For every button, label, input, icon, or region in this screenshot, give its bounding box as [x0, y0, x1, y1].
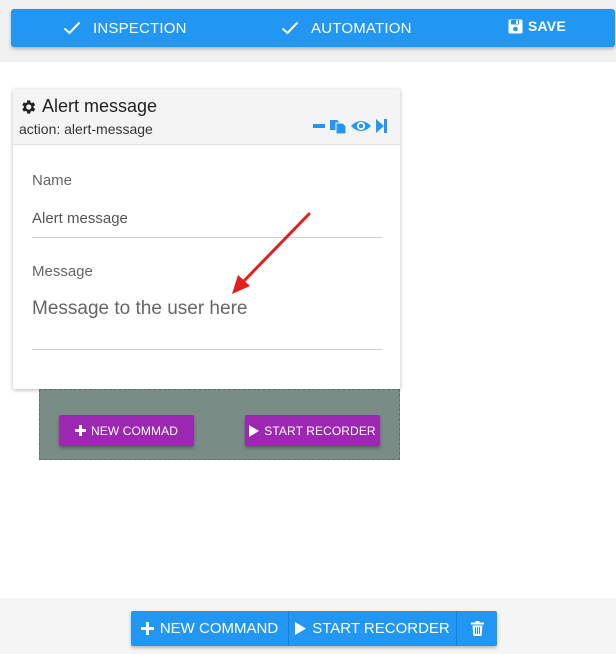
command-card-title-text: Alert message	[42, 96, 158, 116]
command-card-tools	[309, 117, 388, 135]
name-field-label: Name	[32, 172, 73, 189]
save-label: SAVE	[528, 18, 566, 34]
bottom-start-recorder-label: START RECORDER	[312, 620, 450, 637]
new-command-label: NEW COMMAND	[159, 620, 279, 637]
message-field-underline	[32, 349, 382, 350]
save-button[interactable]: SAVE	[508, 7, 566, 45]
message-field-label: Message	[32, 263, 93, 280]
inspection-label: INSPECTION	[93, 19, 187, 37]
plus-icon	[75, 425, 86, 436]
name-field-underline	[32, 237, 382, 238]
step-forward-icon[interactable]	[375, 118, 388, 134]
automation-label: AUTOMATION	[311, 19, 412, 37]
eye-icon[interactable]	[350, 118, 372, 134]
gear-icon[interactable]	[19, 98, 37, 116]
minus-icon[interactable]	[312, 119, 326, 133]
new-command-button[interactable]: NEW COMMAND	[131, 611, 289, 646]
floppy-disk-icon	[508, 19, 523, 34]
copy-icon[interactable]	[329, 117, 347, 135]
inspection-button[interactable]: INSPECTION	[63, 9, 187, 47]
bottom-start-recorder-button[interactable]: START RECORDER	[289, 611, 457, 646]
name-field[interactable]: Alert message	[32, 210, 382, 227]
plus-icon	[140, 622, 154, 635]
command-card-title: Alert message	[19, 96, 157, 117]
message-field[interactable]: Message to the user here	[32, 298, 382, 320]
start-recorder-button[interactable]: START RECORDER	[245, 415, 380, 446]
add-command-label: NEW COMMAD	[91, 423, 178, 438]
top-toolbar: INSPECTION AUTOMATION SAVE	[11, 9, 615, 47]
command-card-action: action: alert-message	[19, 121, 153, 137]
delete-button[interactable]	[457, 611, 497, 646]
command-card-header: Alert message action: alert-message	[13, 89, 400, 145]
check-icon	[281, 21, 299, 35]
automation-button[interactable]: AUTOMATION	[281, 9, 412, 47]
command-card: Alert message action: alert-message Name…	[13, 89, 400, 389]
play-icon	[249, 424, 260, 437]
bottom-toolbar: NEW COMMAND START RECORDER	[131, 611, 497, 646]
start-recorder-label: START RECORDER	[264, 423, 376, 438]
command-drop-area: NEW COMMAD START RECORDER	[39, 389, 400, 460]
play-icon	[295, 622, 307, 635]
check-icon	[63, 21, 81, 35]
add-command-button[interactable]: NEW COMMAD	[59, 415, 194, 446]
trash-icon	[470, 621, 484, 636]
